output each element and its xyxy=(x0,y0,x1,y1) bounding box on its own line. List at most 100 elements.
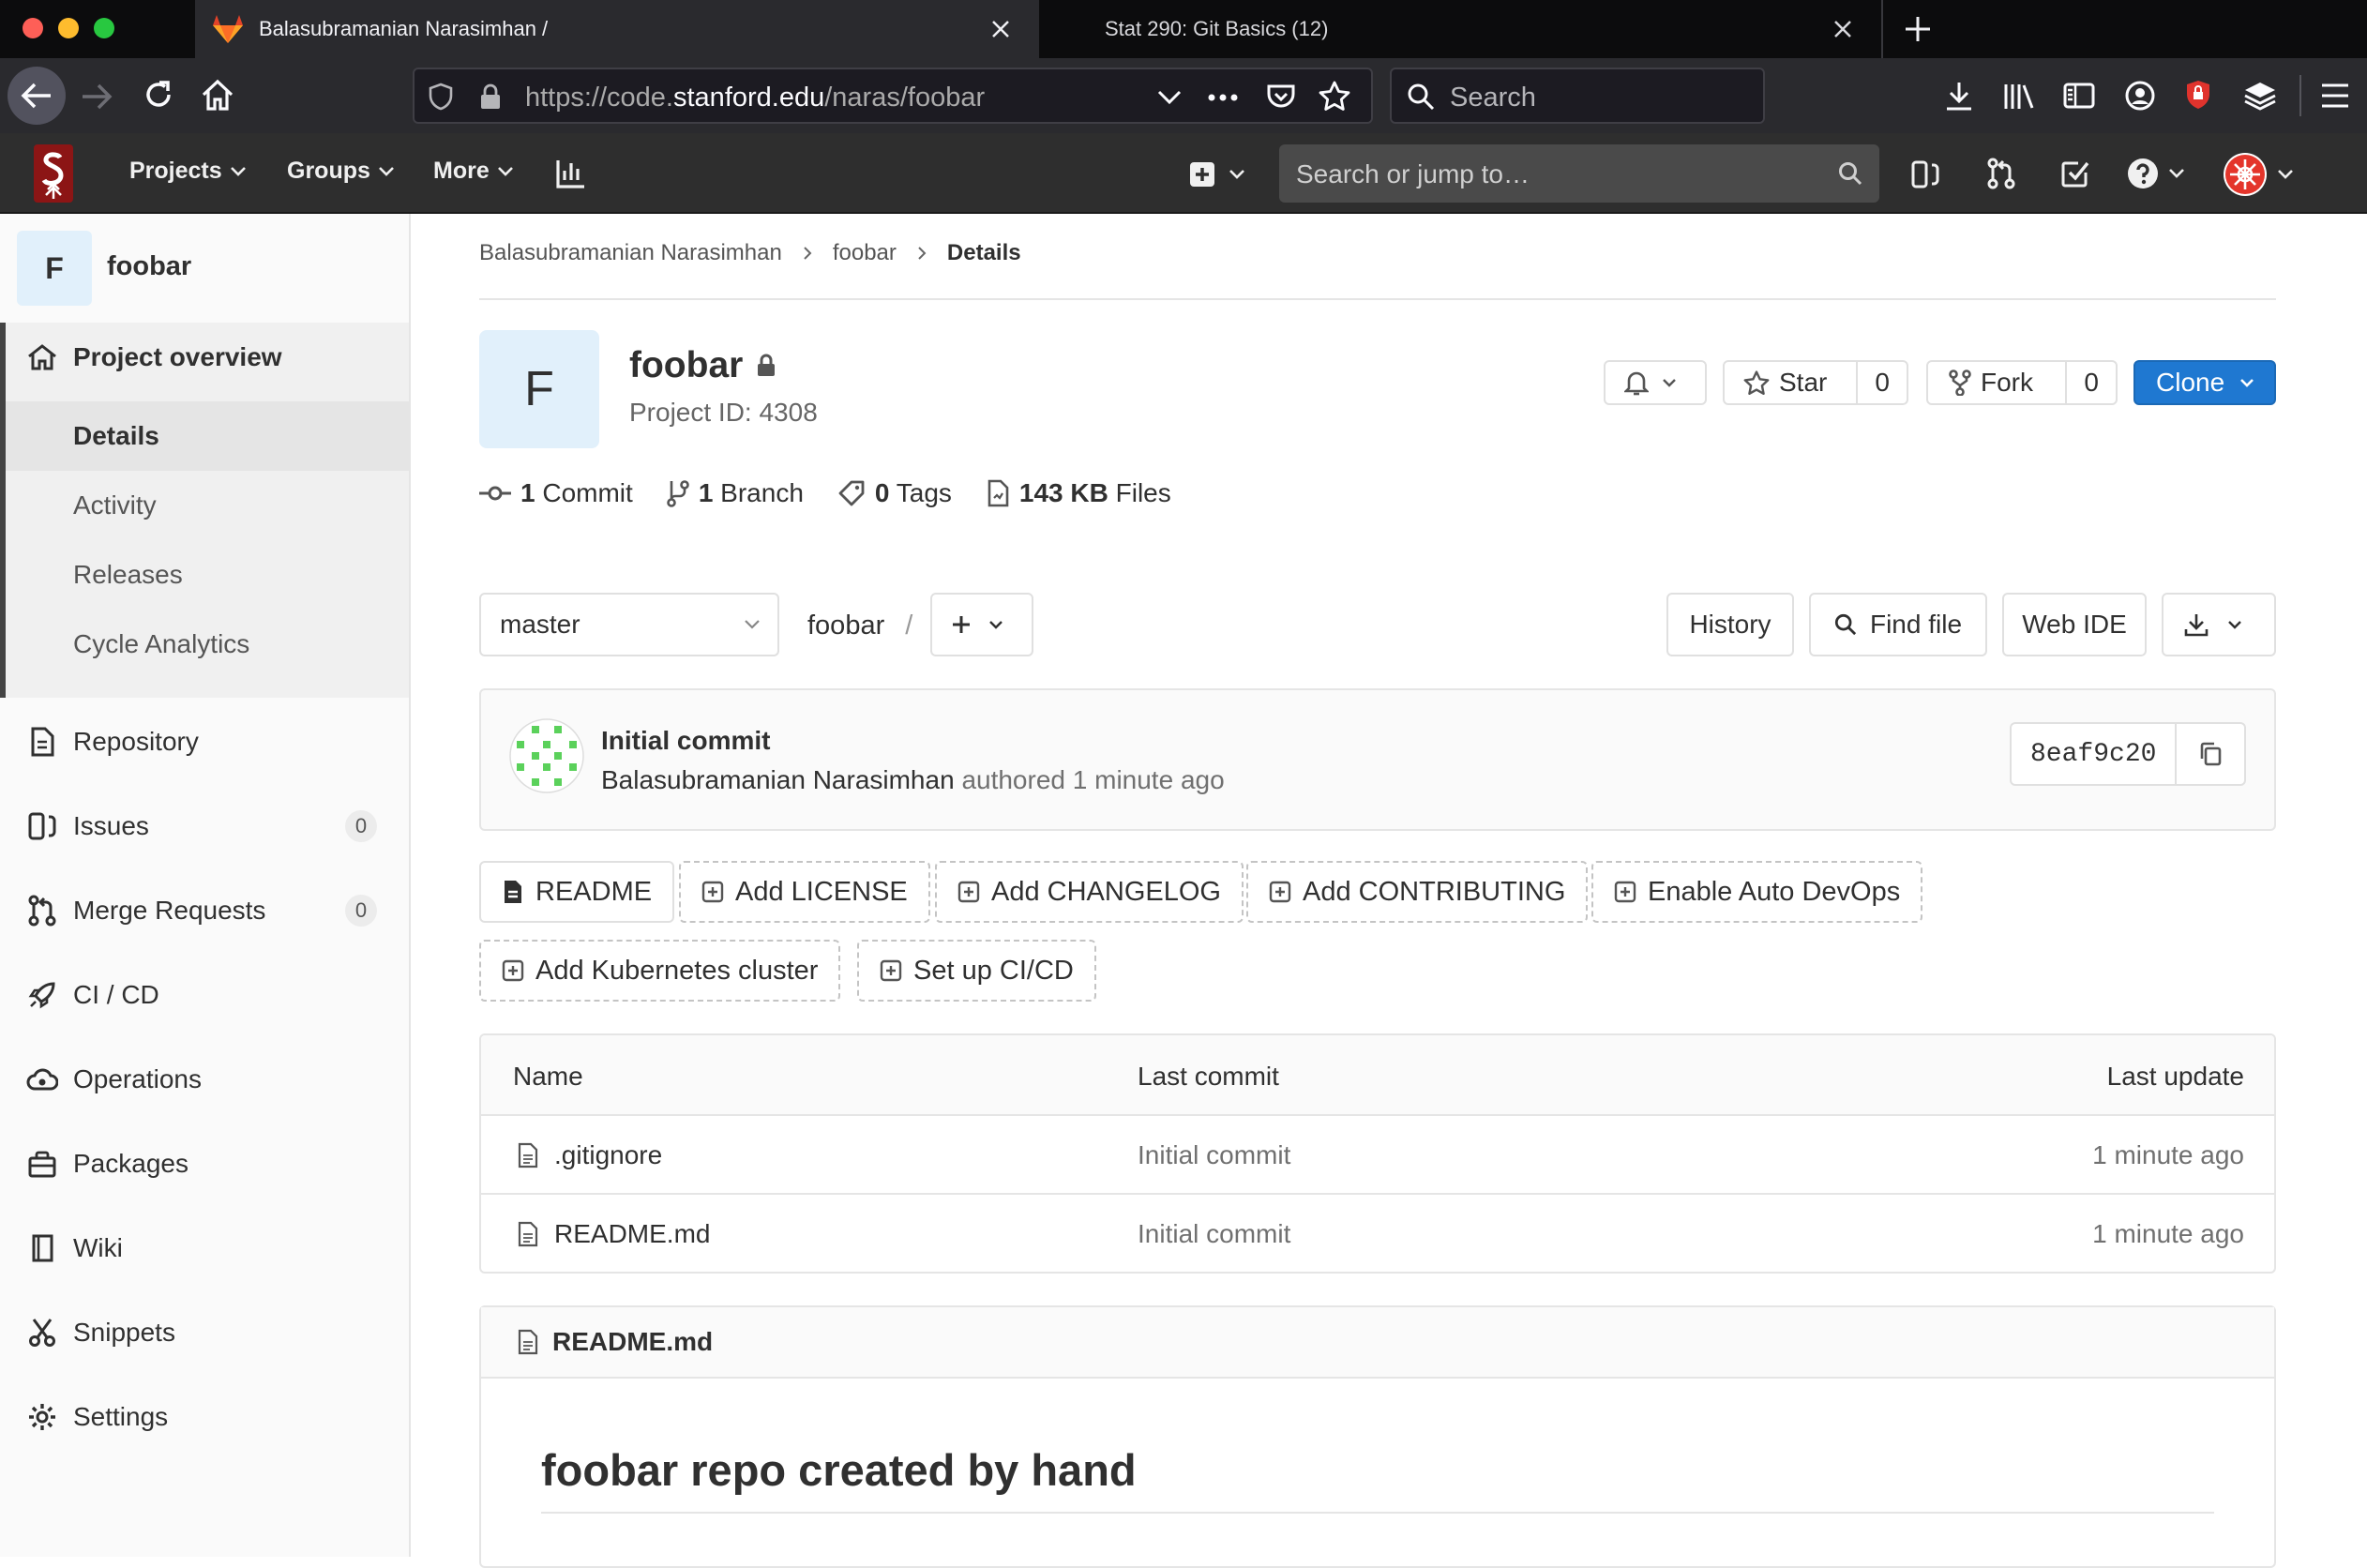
close-tab-icon[interactable] xyxy=(1832,19,1853,39)
table-row[interactable]: README.md Initial commit 1 minute ago xyxy=(481,1193,2274,1272)
more-horizontal-icon[interactable] xyxy=(1208,94,1238,101)
shield-icon[interactable] xyxy=(428,83,454,111)
sidebar-item-snippets[interactable]: Snippets xyxy=(0,1298,409,1367)
commit-sha[interactable]: 8eaf9c20 xyxy=(2012,724,2178,784)
copy-sha-button[interactable] xyxy=(2177,724,2244,784)
close-tab-icon[interactable] xyxy=(990,19,1011,39)
notification-dropdown[interactable] xyxy=(1604,360,1707,405)
breadcrumb-link-user[interactable]: Balasubramanian Narasimhan xyxy=(479,240,782,266)
find-file-button[interactable]: Find file xyxy=(1809,593,1987,656)
branch-select[interactable]: master xyxy=(479,593,779,656)
reload-icon[interactable] xyxy=(143,79,174,111)
web-ide-button[interactable]: Web IDE xyxy=(2002,593,2147,656)
sidebar-item-packages[interactable]: Packages xyxy=(0,1129,409,1199)
enable-auto-devops-button[interactable]: Enable Auto DevOps xyxy=(1591,861,1923,923)
analytics-chart-icon[interactable] xyxy=(555,158,587,189)
ublock-shield-icon[interactable] xyxy=(2185,79,2211,111)
gitlab-search-input[interactable]: Search or jump to… xyxy=(1279,144,1879,203)
add-contributing-button[interactable]: Add CONTRIBUTING xyxy=(1246,861,1589,923)
groups-menu[interactable]: Groups xyxy=(287,158,395,185)
download-dropdown[interactable] xyxy=(2162,593,2276,656)
chevron-down-icon xyxy=(2169,169,2184,178)
more-menu[interactable]: More xyxy=(433,158,514,185)
fork-count[interactable]: 0 xyxy=(2065,362,2116,403)
download-icon[interactable] xyxy=(1945,81,1973,111)
set-up-ci-cd-button[interactable]: Set up CI/CD xyxy=(857,940,1096,1002)
new-tab-icon[interactable] xyxy=(1904,15,1932,43)
sidebar-item-repository[interactable]: Repository xyxy=(0,707,409,776)
commits-stat[interactable]: 1 Commit xyxy=(479,478,633,508)
home-icon[interactable] xyxy=(201,79,234,111)
sidebar-item-issues[interactable]: Issues 0 xyxy=(0,792,409,861)
readme-filename[interactable]: README.md xyxy=(552,1327,713,1357)
maximize-window-button[interactable] xyxy=(94,18,114,38)
account-icon[interactable] xyxy=(2125,81,2155,111)
sidebar-subitem-details[interactable]: Details xyxy=(6,401,409,471)
readme-button[interactable]: README xyxy=(479,861,675,923)
clone-button[interactable]: Clone xyxy=(2133,360,2276,405)
projects-menu[interactable]: Projects xyxy=(129,158,247,185)
sidebar-item-operations[interactable]: Operations xyxy=(0,1045,409,1114)
user-menu[interactable] xyxy=(2223,152,2294,197)
sidebar-item-settings[interactable]: Settings xyxy=(0,1382,409,1452)
add-changelog-button[interactable]: Add CHANGELOG xyxy=(935,861,1244,923)
repo-path-root[interactable]: foobar xyxy=(807,611,884,641)
breadcrumb: Balasubramanian Narasimhan foobar Detail… xyxy=(479,240,1021,266)
gitlab-search-placeholder: Search or jump to… xyxy=(1296,159,1530,188)
sidebar-subitem-releases[interactable]: Releases xyxy=(6,540,409,610)
library-icon[interactable] xyxy=(2003,81,2035,111)
new-item-dropdown[interactable] xyxy=(1189,161,1245,188)
sidebar-item-ci-cd[interactable]: CI / CD xyxy=(0,960,409,1030)
issues-icon[interactable] xyxy=(1911,159,1939,189)
lock-icon[interactable] xyxy=(478,83,503,111)
sidebar-subitem-activity[interactable]: Activity xyxy=(6,471,409,540)
add-license-button[interactable]: Add LICENSE xyxy=(679,861,930,923)
star-icon[interactable] xyxy=(1319,81,1350,111)
file-last-update: 1 minute ago xyxy=(2092,1219,2244,1248)
close-window-button[interactable] xyxy=(23,18,43,38)
sidebar-subitem-cycle-analytics[interactable]: Cycle Analytics xyxy=(6,610,409,679)
browser-tab[interactable]: Stat 290: Git Basics (12) xyxy=(1039,0,1883,58)
breadcrumb-current[interactable]: Details xyxy=(947,240,1021,266)
chevron-down-icon[interactable] xyxy=(1157,90,1182,105)
forward-icon[interactable] xyxy=(81,83,113,111)
pocket-icon[interactable] xyxy=(1266,83,1296,111)
file-name[interactable]: .gitignore xyxy=(554,1140,662,1170)
address-bar[interactable]: https://code.stanford.edu/naras/foobar xyxy=(413,68,1373,124)
commit-title[interactable]: Initial commit xyxy=(601,726,770,756)
files-size-stat[interactable]: 143 KB Files xyxy=(986,478,1171,508)
merge-request-icon[interactable] xyxy=(1986,158,2016,189)
file-icon xyxy=(988,479,1009,507)
sidebar-item-wiki[interactable]: Wiki xyxy=(0,1214,409,1283)
fork-button[interactable]: Fork 0 xyxy=(1926,360,2118,405)
table-row[interactable]: .gitignore Initial commit 1 minute ago xyxy=(481,1114,2274,1193)
help-dropdown[interactable] xyxy=(2127,158,2185,189)
sidebar-item-label: Operations xyxy=(73,1064,202,1093)
branches-stat[interactable]: 1 Branch xyxy=(667,478,804,508)
browser-tab-active[interactable]: Balasubramanian Narasimhan / xyxy=(195,0,1039,58)
browser-search-bar[interactable]: Search xyxy=(1390,68,1765,124)
file-last-commit[interactable]: Initial commit xyxy=(1138,1219,1290,1249)
stanford-logo-icon[interactable] xyxy=(34,144,73,203)
breadcrumb-link-project[interactable]: foobar xyxy=(833,240,897,266)
hamburger-menu-icon[interactable] xyxy=(2320,83,2350,109)
sidebar-item-label: Merge Requests xyxy=(73,896,266,925)
readme-heading: foobar repo created by hand xyxy=(541,1445,1137,1495)
file-last-commit[interactable]: Initial commit xyxy=(1138,1140,1290,1170)
layers-icon[interactable] xyxy=(2243,81,2277,111)
add-to-tree-dropdown[interactable] xyxy=(930,593,1033,656)
file-name[interactable]: README.md xyxy=(554,1219,710,1249)
commit-author[interactable]: Balasubramanian Narasimhan xyxy=(601,765,955,794)
history-button[interactable]: History xyxy=(1666,593,1794,656)
todo-check-icon[interactable] xyxy=(2061,159,2089,188)
add-kubernetes-cluster-button[interactable]: Add Kubernetes cluster xyxy=(479,940,841,1002)
sidebar-item-project-overview[interactable]: Project overview xyxy=(0,323,409,392)
back-button[interactable] xyxy=(8,67,66,125)
star-count[interactable]: 0 xyxy=(1856,362,1907,403)
tags-stat[interactable]: 0 Tags xyxy=(837,478,952,508)
sidebar-item-merge-requests[interactable]: Merge Requests 0 xyxy=(0,876,409,945)
sidebar-toggle-icon[interactable] xyxy=(2063,83,2095,109)
minimize-window-button[interactable] xyxy=(58,18,79,38)
star-button[interactable]: Star 0 xyxy=(1723,360,1908,405)
sidebar-project-header[interactable]: F foobar xyxy=(0,214,409,323)
